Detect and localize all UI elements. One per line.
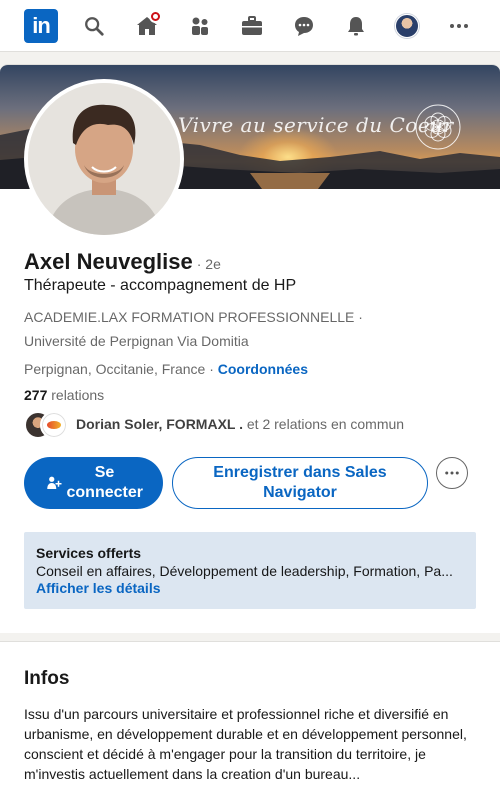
connect-button[interactable]: Se connecter: [24, 457, 163, 509]
about-card: Infos Issu d'un parcours universitaire e…: [0, 641, 500, 800]
messaging-icon[interactable]: [290, 12, 318, 40]
more-icon: [445, 471, 459, 475]
profile-portrait-icon: [28, 83, 180, 235]
contact-info-link[interactable]: Coordonnées: [218, 361, 308, 377]
services-list: Conseil en affaires, Développement de le…: [36, 563, 453, 579]
add-person-icon: [46, 476, 61, 489]
mutual-avatar-2: [40, 411, 68, 439]
banner-script-text: Vivre au service du Coeur: [178, 113, 454, 137]
connection-degree: · 2e: [196, 256, 221, 272]
home-icon[interactable]: [133, 10, 162, 40]
profile-school[interactable]: Université de Perpignan Via Domitia: [24, 333, 249, 349]
relations-count: 277: [24, 387, 48, 403]
linkedin-logo[interactable]: in: [24, 9, 58, 43]
bell-icon[interactable]: [342, 12, 370, 40]
more-actions-button[interactable]: [436, 457, 468, 489]
avatar: [395, 14, 419, 38]
connect-label: Se connecter: [66, 464, 143, 501]
about-title: Infos: [24, 668, 70, 689]
profile-location-row: Perpignan, Occitanie, France · Coordonné…: [24, 361, 308, 377]
more-icon[interactable]: [445, 12, 473, 40]
top-nav: in: [0, 0, 500, 52]
profile-name-row: Axel Neuveglise · 2e: [24, 249, 221, 275]
about-text: Issu d'un parcours universitaire et prof…: [24, 706, 467, 782]
profile-headline: Thérapeute - accompagnement de HP: [24, 277, 297, 294]
search-icon[interactable]: [80, 12, 108, 40]
briefcase-icon[interactable]: [238, 12, 266, 40]
notification-badge: [149, 10, 162, 23]
services-box: Services offerts Conseil en affaires, Dé…: [24, 532, 476, 609]
profile-card: Vivre au service du Coeur Axel Neuveglis…: [0, 64, 500, 633]
profile-location: Perpignan, Occitanie, France ·: [24, 361, 214, 377]
relations-row[interactable]: 277 relations: [24, 387, 104, 403]
sales-navigator-button[interactable]: Enregistrer dans Sales Navigator: [172, 457, 428, 509]
me-avatar[interactable]: [393, 12, 421, 40]
mutual-rest: et 2 relations en commun: [246, 416, 405, 432]
mutual-names: Dorian Soler, FORMAXL .: [76, 416, 243, 432]
services-title: Services offerts: [36, 545, 142, 561]
services-details-link[interactable]: Afficher les détails: [36, 580, 464, 597]
profile-name: Axel Neuveglise: [24, 249, 193, 274]
flower-of-life-icon: [415, 104, 461, 150]
profile-company[interactable]: ACADEMIE.LAX FORMATION PROFESSIONNELLE ·: [24, 309, 363, 325]
mutual-text: Dorian Soler, FORMAXL . et 2 relations e…: [76, 416, 404, 432]
profile-photo[interactable]: [24, 79, 184, 239]
people-icon[interactable]: [186, 12, 214, 40]
relations-label: relations: [51, 387, 105, 403]
